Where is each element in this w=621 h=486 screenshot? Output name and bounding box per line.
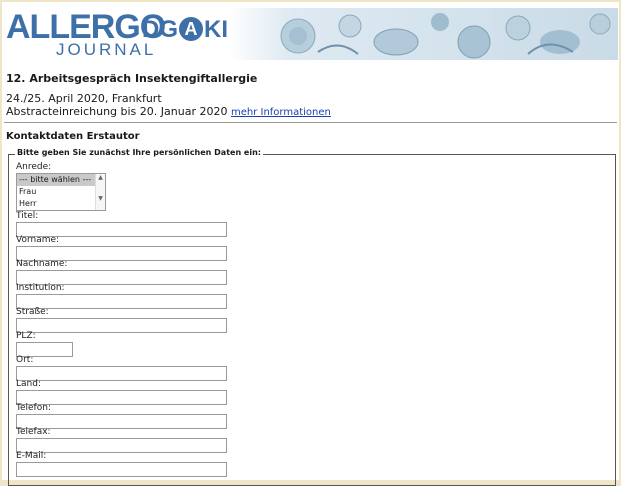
fax-field: Telefax: [16,427,227,453]
email-label: E-Mail: [16,451,47,461]
salutation-option-frau[interactable]: Frau [17,186,105,198]
deadline-line: Abstracteinreichung bis 20. Januar 2020 … [6,105,331,118]
last-name-field: Nachname: [16,259,227,285]
country-field: Land: [16,379,227,405]
dgaki-logo[interactable]: DG A KI [142,16,228,44]
section-title: Kontaktdaten Erstautor [6,131,140,142]
institution-label: Institution: [16,283,65,293]
deadline-text: Abstracteinreichung bis 20. Januar 2020 [6,105,228,118]
dgaki-logo-part1: DG [142,16,178,43]
more-info-link[interactable]: mehr Informationen [231,107,331,118]
zip-label: PLZ: [16,331,36,341]
salutation-select[interactable]: --- bitte wählen --- Frau Herr ▲ ▼ [16,173,106,211]
email-field: E-Mail: [16,451,227,477]
phone-label: Telefon: [16,403,51,413]
phone-field: Telefon: [16,403,227,429]
header-banner: ALLERGO JOURNAL DG A KI [2,2,619,64]
title-label: Titel: [16,211,39,221]
city-label: Ort: [16,355,34,365]
country-label: Land: [16,379,41,389]
salutation-option-placeholder[interactable]: --- bitte wählen --- [17,174,105,186]
city-field: Ort: [16,355,227,381]
divider [4,122,617,123]
institution-field: Institution: [16,283,227,309]
scroll-down-icon[interactable]: ▼ [96,195,105,202]
last-name-label: Nachname: [16,259,68,269]
event-title: 12. Arbeitsgespräch Insektengiftallergie [6,72,258,85]
salutation-option-herr[interactable]: Herr [17,198,105,210]
street-label: Straße: [16,307,49,317]
fax-label: Telefax: [16,427,51,437]
street-field: Straße: [16,307,227,333]
dgaki-logo-part2: KI [204,16,228,43]
zip-field: PLZ: [16,331,73,357]
pollen-banner-image [228,8,618,60]
first-name-label: Vorname: [16,235,60,245]
fieldset-legend: Bitte geben Sie zunächst Ihre persönlich… [15,148,263,157]
dgaki-logo-circle: A [179,17,203,41]
scroll-up-icon[interactable]: ▲ [96,174,105,181]
event-date-location: 24./25. April 2020, Frankfurt [6,92,162,105]
email-input[interactable] [16,462,227,477]
title-field: Titel: [16,211,227,237]
first-name-field: Vorname: [16,235,227,261]
personal-data-fieldset: Bitte geben Sie zunächst Ihre persönlich… [8,148,616,486]
salutation-label: Anrede: [16,162,52,172]
page: ALLERGO JOURNAL DG A KI 12. Arbeitsgespr… [2,2,619,486]
salutation-field: Anrede: [16,162,51,172]
listbox-scrollbar[interactable]: ▲ ▼ [95,174,105,210]
